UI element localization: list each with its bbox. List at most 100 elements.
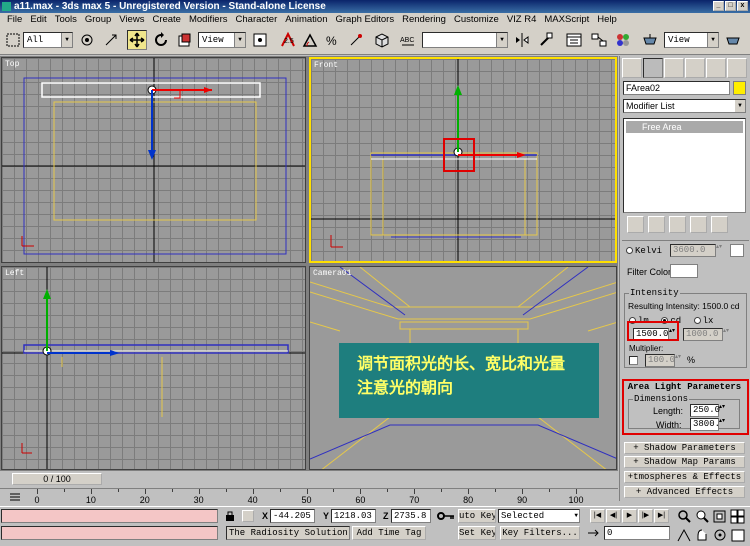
multiplier-spinner[interactable]: 100.0 bbox=[645, 354, 683, 367]
quick-render-icon[interactable] bbox=[723, 30, 743, 50]
key-filters-button[interactable]: Key Filters... bbox=[500, 526, 580, 540]
spinner-snap-icon[interactable] bbox=[346, 30, 366, 50]
zoom-icon[interactable] bbox=[676, 509, 693, 527]
track-bar[interactable]: 0 10 20 30 40 50 60 70 80 90 100 bbox=[0, 488, 618, 506]
key-icon[interactable] bbox=[436, 510, 456, 522]
min-max-toggle-icon[interactable] bbox=[730, 528, 747, 546]
kelvin-color-swatch[interactable] bbox=[730, 244, 744, 257]
schematic-view-icon[interactable] bbox=[589, 30, 609, 50]
scale-icon[interactable] bbox=[175, 30, 195, 50]
viewport-front[interactable]: Front bbox=[309, 57, 617, 263]
intensity-spinner-2[interactable]: 1000.0 bbox=[683, 328, 731, 341]
modify-tab-icon[interactable] bbox=[643, 58, 663, 78]
show-end-result-icon[interactable] bbox=[648, 216, 665, 233]
field-of-view-icon[interactable] bbox=[676, 528, 693, 546]
maximize-button[interactable]: □ bbox=[725, 1, 736, 11]
maxscript-listener[interactable] bbox=[1, 509, 218, 523]
menu-modifiers[interactable]: Modifiers bbox=[185, 13, 232, 27]
utilities-tab-icon[interactable] bbox=[727, 58, 747, 78]
menu-edit[interactable]: Edit bbox=[26, 13, 50, 27]
minimize-button[interactable]: _ bbox=[713, 1, 724, 11]
track-bar-menu-icon[interactable] bbox=[9, 491, 21, 503]
shadow-parameters-rollout[interactable]: + Shadow Parameters bbox=[624, 442, 745, 454]
select-link-icon[interactable] bbox=[101, 30, 121, 50]
named-selection-dropdown[interactable]: ▼ bbox=[422, 32, 508, 48]
track-view-icon[interactable] bbox=[564, 30, 584, 50]
z-coordinate-field[interactable]: 2735.8 bbox=[391, 509, 431, 523]
remove-modifier-icon[interactable] bbox=[690, 216, 707, 233]
play-icon[interactable]: ▶ bbox=[622, 509, 637, 523]
viewport-left[interactable]: Left bbox=[1, 266, 306, 470]
viewport-camera-label[interactable]: Camera01 bbox=[313, 269, 351, 278]
rotate-icon[interactable] bbox=[151, 30, 171, 50]
y-coordinate-field[interactable]: 1218.03 bbox=[331, 509, 376, 523]
arc-rotate-icon[interactable] bbox=[712, 528, 729, 546]
menu-file[interactable]: File bbox=[3, 13, 26, 27]
menu-graph-editors[interactable]: Graph Editors bbox=[331, 13, 398, 27]
atmospheres-effects-rollout[interactable]: +tmospheres & Effects bbox=[624, 471, 745, 483]
motion-tab-icon[interactable] bbox=[685, 58, 705, 78]
angle-snap-icon[interactable] bbox=[300, 30, 320, 50]
absolute-mode-icon[interactable] bbox=[242, 510, 254, 522]
abc-icon[interactable]: ABC bbox=[398, 30, 418, 50]
viewport-front-label[interactable]: Front bbox=[314, 61, 338, 70]
unit-lx-radio[interactable] bbox=[693, 317, 701, 325]
mirror-icon[interactable] bbox=[512, 30, 532, 50]
zoom-all-icon[interactable] bbox=[694, 509, 711, 527]
menu-viz[interactable]: VIZ R4 bbox=[503, 13, 541, 27]
current-frame-field[interactable]: 0 bbox=[604, 526, 670, 540]
reference-coord-dropdown[interactable]: View ▼ bbox=[198, 32, 246, 48]
filter-color-swatch[interactable] bbox=[670, 264, 698, 278]
stack-item-free-area[interactable]: Free Area bbox=[626, 121, 743, 133]
close-button[interactable]: x bbox=[737, 1, 748, 11]
move-icon[interactable] bbox=[127, 30, 147, 50]
add-time-tag-button[interactable]: Add Time Tag bbox=[352, 526, 426, 540]
key-mode-toggle-icon[interactable] bbox=[586, 526, 600, 540]
go-to-end-icon[interactable]: ▶| bbox=[654, 509, 669, 523]
x-coordinate-field[interactable]: -44.205 bbox=[270, 509, 315, 523]
advanced-effects-rollout[interactable]: + Advanced Effects bbox=[624, 486, 745, 498]
key-mode-dropdown[interactable]: Selected ▼ bbox=[498, 509, 580, 523]
viewport-left-label[interactable]: Left bbox=[5, 269, 24, 278]
pan-icon[interactable] bbox=[694, 528, 711, 546]
zoom-extents-icon[interactable] bbox=[712, 509, 729, 527]
next-frame-icon[interactable]: |▶ bbox=[638, 509, 653, 523]
menu-rendering[interactable]: Rendering bbox=[398, 13, 450, 27]
menu-tools[interactable]: Tools bbox=[51, 13, 81, 27]
selection-filter-dropdown[interactable]: All ▼ bbox=[23, 32, 73, 48]
object-color-swatch[interactable] bbox=[733, 81, 746, 95]
material-editor-icon[interactable] bbox=[613, 30, 633, 50]
display-tab-icon[interactable] bbox=[706, 58, 726, 78]
maxscript-listener-2[interactable] bbox=[1, 526, 218, 540]
menu-views[interactable]: Views bbox=[115, 13, 148, 27]
viewport-top[interactable]: Top bbox=[1, 57, 306, 263]
select-object-icon[interactable] bbox=[77, 30, 97, 50]
hierarchy-tab-icon[interactable] bbox=[664, 58, 684, 78]
multiplier-checkbox[interactable] bbox=[629, 356, 638, 366]
menu-help[interactable]: Help bbox=[593, 13, 621, 27]
render-scene-icon[interactable] bbox=[640, 30, 660, 50]
menu-group[interactable]: Group bbox=[81, 13, 115, 27]
menu-character[interactable]: Character bbox=[232, 13, 282, 27]
set-key-button[interactable]: Set Key bbox=[458, 526, 496, 540]
object-name-field[interactable]: FArea02 bbox=[623, 81, 730, 95]
time-slider[interactable]: 0 / 100 bbox=[12, 473, 102, 485]
menu-create[interactable]: Create bbox=[148, 13, 185, 27]
snap-toggle-icon[interactable]: 2.5 bbox=[278, 30, 298, 50]
kelvin-spinner[interactable]: 3600.0 bbox=[670, 244, 724, 257]
auto-key-button[interactable]: uto Key bbox=[458, 509, 496, 523]
menu-animation[interactable]: Animation bbox=[281, 13, 331, 27]
kelvin-radio[interactable] bbox=[626, 247, 633, 255]
select-region-icon[interactable] bbox=[3, 30, 23, 50]
named-selection-icon[interactable] bbox=[372, 30, 392, 50]
menu-customize[interactable]: Customize bbox=[450, 13, 503, 27]
align-icon[interactable] bbox=[536, 30, 556, 50]
menu-maxscript[interactable]: MAXScript bbox=[540, 13, 593, 27]
shadow-map-params-rollout[interactable]: + Shadow Map Params bbox=[624, 456, 745, 468]
zoom-extents-all-icon[interactable] bbox=[730, 509, 747, 527]
lock-selection-icon[interactable] bbox=[224, 510, 236, 522]
modifier-list-dropdown[interactable]: Modifier List ▼ bbox=[623, 99, 746, 113]
create-tab-icon[interactable] bbox=[622, 58, 642, 78]
configure-sets-icon[interactable] bbox=[711, 216, 728, 233]
pin-stack-icon[interactable] bbox=[627, 216, 644, 233]
